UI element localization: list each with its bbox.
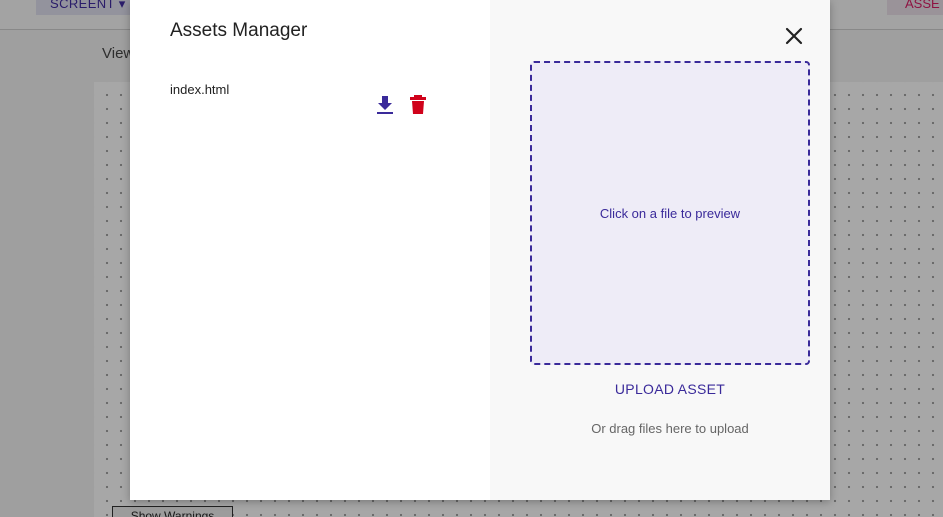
assets-manager-dialog: Assets Manager index.html Click on a fil… [130,0,830,500]
preview-placeholder-text: Click on a file to preview [599,205,741,221]
preview-dropzone[interactable]: Click on a file to preview [530,61,810,365]
asset-list-item[interactable]: index.html [170,82,440,118]
drag-upload-hint: Or drag files here to upload [591,421,749,436]
preview-panel: Click on a file to preview UPLOAD ASSET … [490,0,830,500]
trash-icon[interactable] [408,94,428,116]
asset-filename[interactable]: index.html [170,82,229,97]
close-icon[interactable] [784,26,804,46]
dialog-title: Assets Manager [170,20,308,41]
upload-asset-button[interactable]: UPLOAD ASSET [530,381,810,397]
assets-list-panel: Assets Manager index.html [130,0,490,500]
download-icon[interactable] [375,94,395,116]
